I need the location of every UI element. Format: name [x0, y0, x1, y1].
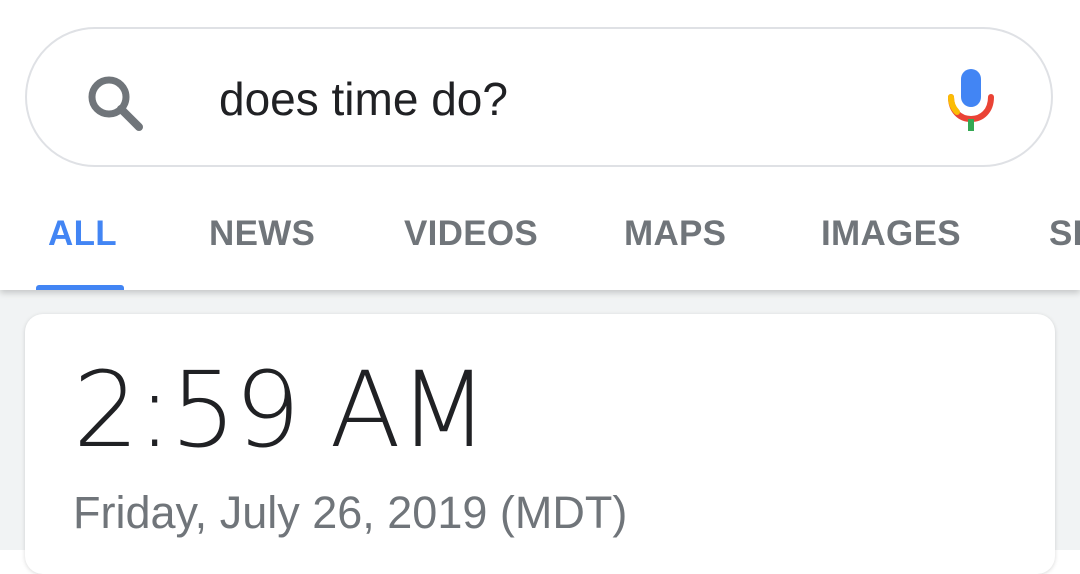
header: does time do? ALL NEWS VIDEOS MAPS IMAGE… — [0, 0, 1080, 290]
current-date: Friday, July 26, 2019 (MDT) — [73, 487, 628, 538]
active-tab-indicator — [36, 285, 124, 290]
tab-news[interactable]: NEWS — [209, 212, 315, 256]
search-input[interactable]: does time do? — [219, 69, 508, 129]
tab-maps[interactable]: MAPS — [624, 212, 726, 256]
tab-all[interactable]: ALL — [48, 212, 117, 256]
search-icon[interactable] — [83, 71, 147, 135]
tab-videos[interactable]: VIDEOS — [404, 212, 538, 256]
results-area: 2:59 AM Friday, July 26, 2019 (MDT) — [0, 290, 1080, 574]
tab-shopping[interactable]: SHOPPING — [1049, 212, 1080, 256]
current-time: 2:59 AM — [73, 349, 488, 471]
search-bar[interactable]: does time do? — [25, 27, 1053, 167]
time-result-card: 2:59 AM Friday, July 26, 2019 (MDT) — [25, 314, 1055, 574]
tab-images[interactable]: IMAGES — [821, 212, 961, 256]
mic-icon[interactable] — [945, 67, 997, 133]
search-tabs: ALL NEWS VIDEOS MAPS IMAGES SHOPPING — [0, 200, 1080, 290]
